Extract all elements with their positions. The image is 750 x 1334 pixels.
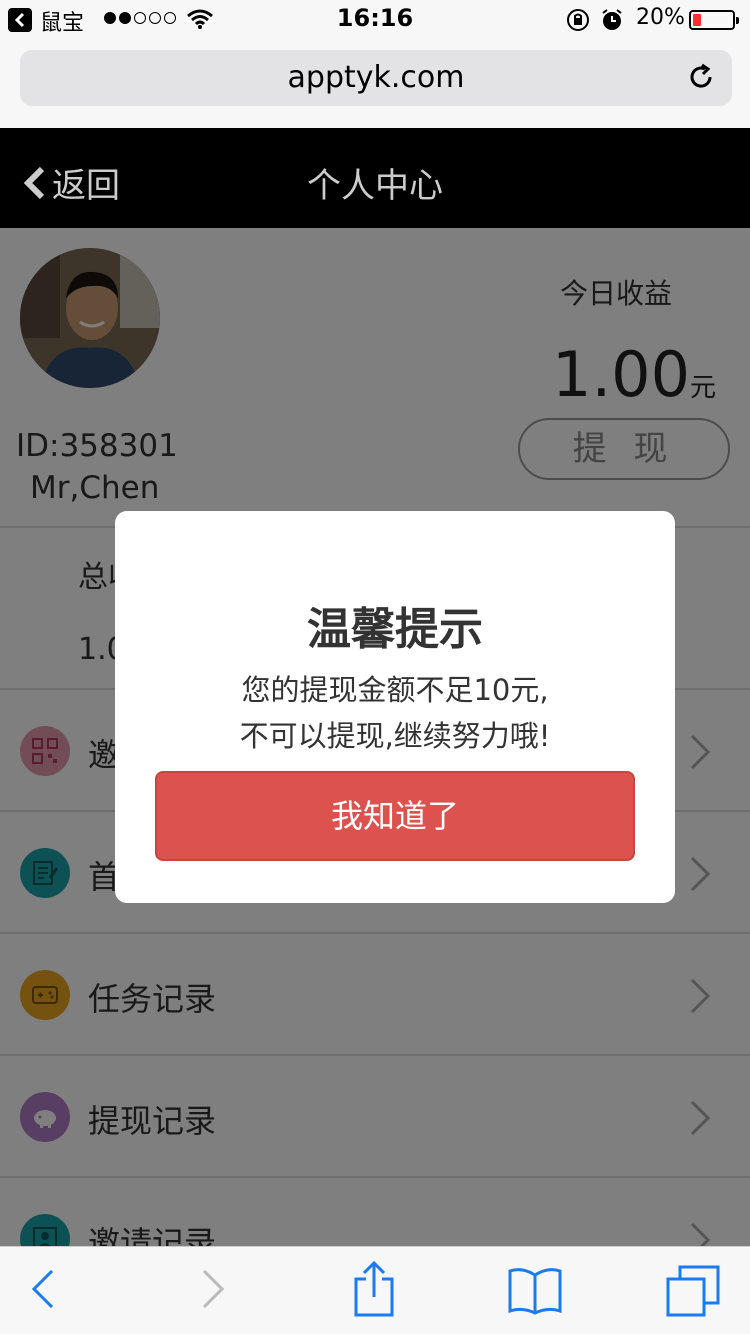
tabs-icon[interactable] [666,1265,722,1321]
chevron-left-icon [23,166,45,199]
app-header: 返回 个人中心 [0,128,750,228]
forward-icon[interactable] [200,1267,226,1315]
back-button[interactable]: 返回 [22,158,120,207]
rotation-lock-icon [566,8,590,36]
back-button-label: 返回 [52,166,120,206]
dialog-message-line1: 您的提现金额不足10元, [241,673,549,707]
battery-icon [689,10,739,30]
bookmarks-icon[interactable] [506,1267,564,1319]
alarm-icon [600,8,624,36]
share-icon[interactable] [352,1260,396,1321]
battery-level [693,14,701,26]
browser-toolbar [0,1246,750,1334]
browser-address-area: apptyk.com [0,40,750,128]
battery-percentage: 20% [636,5,685,30]
address-bar[interactable]: apptyk.com [20,50,732,106]
status-bar: 鼠宝 16:16 20% [0,0,750,40]
alert-dialog: 温馨提示 您的提现金额不足10元, 不可以提现,继续努力哦! 我知道了 [115,511,675,903]
dialog-title: 温馨提示 [307,604,483,655]
reload-icon[interactable] [686,62,716,96]
dialog-message-line2: 不可以提现,继续努力哦! [239,719,551,753]
url-text: apptyk.com [287,60,465,95]
confirm-button[interactable]: 我知道了 [155,771,635,861]
back-icon[interactable] [30,1267,56,1315]
